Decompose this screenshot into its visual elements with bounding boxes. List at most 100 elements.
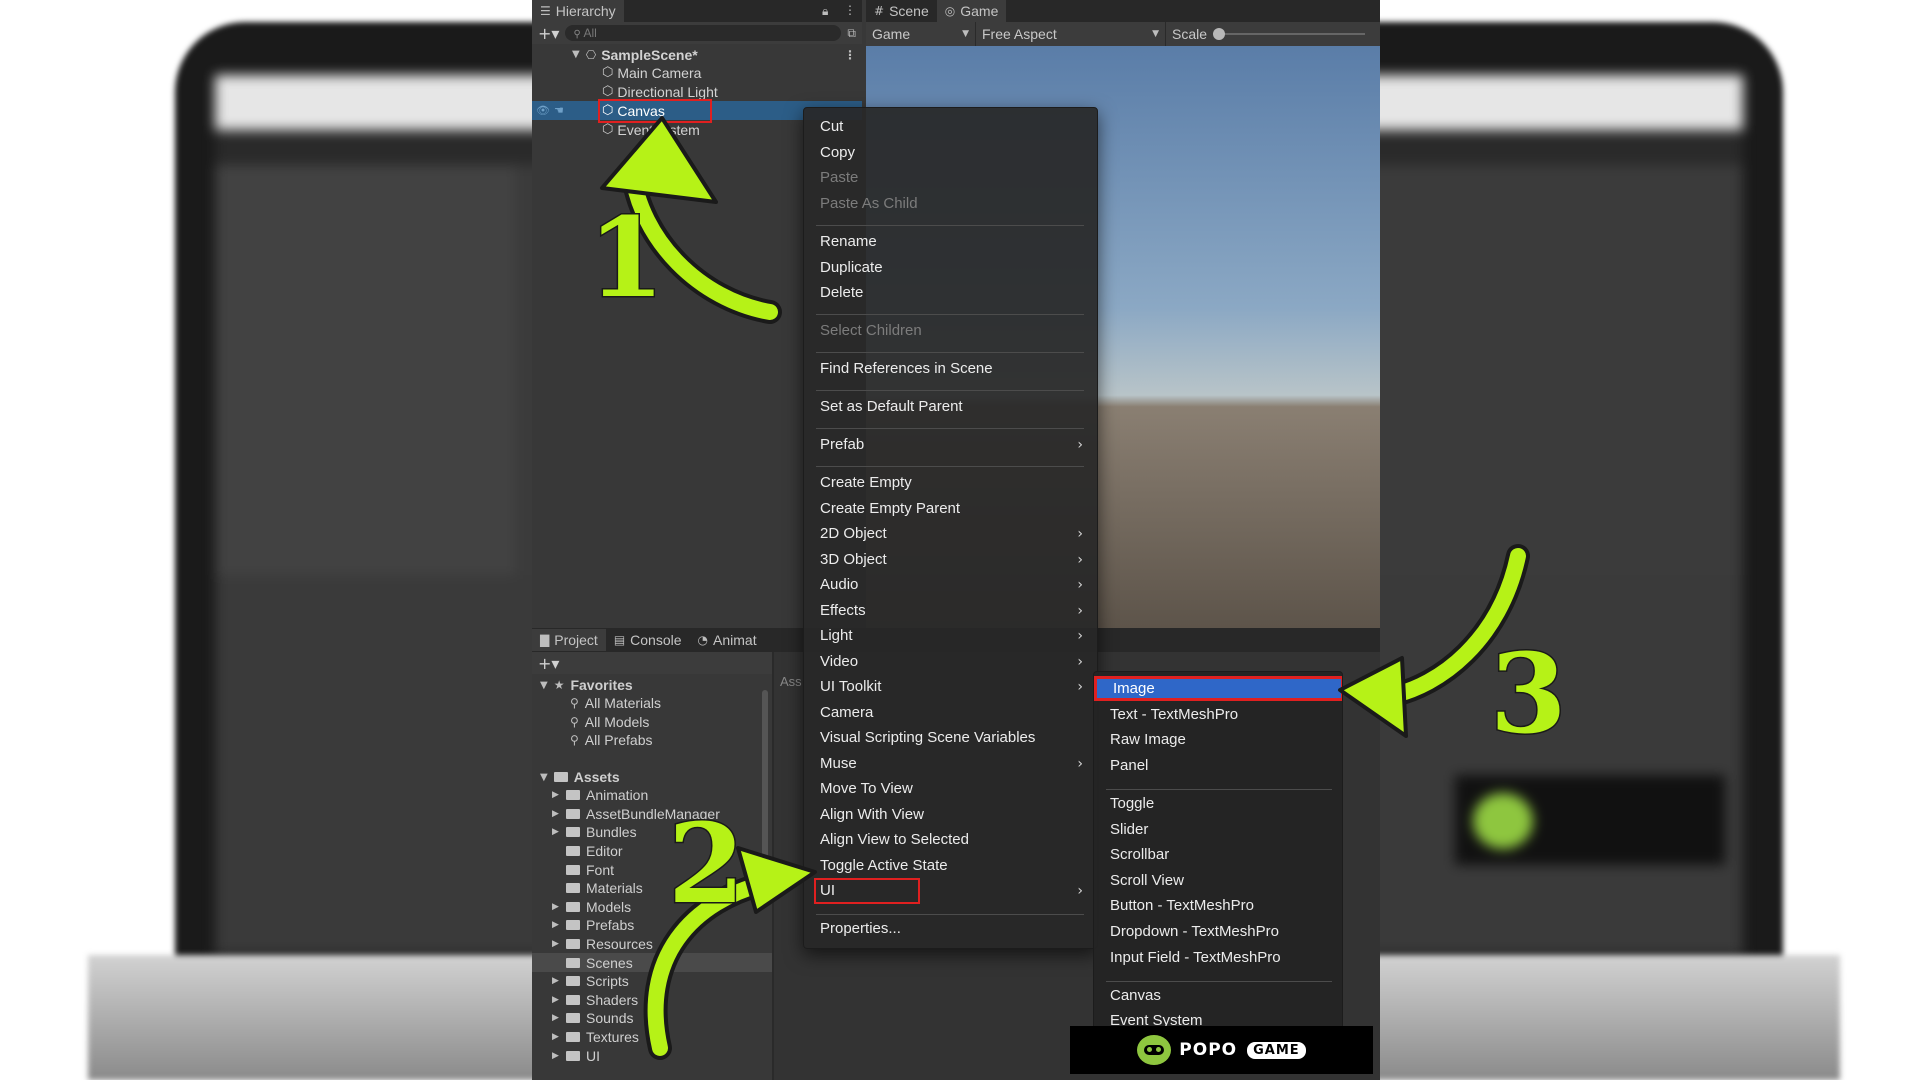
asset-folder-row[interactable]: ▶ AssetBundleManager: [532, 805, 772, 824]
asset-folder-row[interactable]: ▶ Resources: [532, 935, 772, 954]
folder-icon: [566, 808, 580, 819]
context-menu-item[interactable]: Find References in Scene: [804, 356, 1099, 381]
favorites-item[interactable]: ⚲ All Materials: [532, 694, 772, 713]
asset-folder-row[interactable]: ▶ Models: [532, 898, 772, 917]
asset-folder-row[interactable]: ▶ Prefabs: [532, 916, 772, 935]
context-menu-item[interactable]: Video ›: [804, 649, 1099, 674]
ui-submenu-item[interactable]: Panel: [1094, 753, 1342, 778]
ui-submenu-item[interactable]: Toggle: [1094, 791, 1342, 816]
collapse-arrow-icon[interactable]: ▶: [552, 995, 564, 1005]
ui-submenu-item[interactable]: Scroll View: [1094, 868, 1342, 893]
asset-folder-label: Font: [586, 861, 615, 878]
context-menu-item[interactable]: Cut: [804, 114, 1099, 139]
tab-console[interactable]: ▤ Console: [606, 629, 690, 651]
create-plus-icon[interactable]: +▾: [538, 24, 559, 43]
asset-folder-row[interactable]: ▶ Animation: [532, 786, 772, 805]
collapse-arrow-icon[interactable]: ▶: [552, 902, 564, 912]
folder-icon: [566, 1050, 580, 1061]
create-plus-icon[interactable]: +▾: [538, 654, 559, 673]
collapse-arrow-icon[interactable]: ▶: [552, 939, 564, 949]
context-menu-item[interactable]: 2D Object ›: [804, 521, 1099, 546]
ui-submenu-item[interactable]: Slider: [1094, 817, 1342, 842]
context-menu-item[interactable]: UI Toolkit ›: [804, 674, 1099, 699]
tab-scene[interactable]: # Scene: [866, 0, 937, 22]
menu-separator: [1106, 981, 1332, 982]
ui-submenu-item[interactable]: Button - TextMeshPro: [1094, 893, 1342, 918]
assets-header[interactable]: ▼ Assets: [532, 768, 772, 787]
display-dropdown[interactable]: Game ▼: [866, 22, 976, 46]
scale-slider[interactable]: [1213, 28, 1366, 40]
context-menu-item[interactable]: Toggle Active State: [804, 853, 1099, 878]
favorites-item[interactable]: ⚲ All Models: [532, 713, 772, 732]
pickable-hand-icon[interactable]: ☚: [554, 104, 564, 117]
collapse-arrow-icon[interactable]: ▶: [552, 1013, 564, 1023]
ui-submenu-item[interactable]: Canvas: [1094, 983, 1342, 1008]
context-menu-item[interactable]: Delete: [804, 280, 1099, 305]
favorites-item[interactable]: ⚲ All Prefabs: [532, 731, 772, 750]
project-scrollbar[interactable]: [762, 690, 768, 860]
more-options-icon[interactable]: ⋮: [844, 3, 856, 17]
context-menu-item[interactable]: Copy: [804, 140, 1099, 165]
asset-folder-row[interactable]: Font: [532, 860, 772, 879]
collapse-arrow-icon[interactable]: ▶: [552, 1051, 564, 1061]
visibility-eye-icon[interactable]: 👁︎: [536, 104, 550, 117]
menu-separator: [816, 314, 1084, 315]
collapse-arrow-icon[interactable]: ▶: [552, 1032, 564, 1042]
favorites-header[interactable]: ▼ ★ Favorites: [532, 676, 772, 695]
context-menu-item[interactable]: Camera: [804, 700, 1099, 725]
hierarchy-item[interactable]: ⬡ Main Camera: [532, 63, 862, 82]
collapse-arrow-icon[interactable]: ▶: [552, 809, 564, 819]
scene-row[interactable]: ▼ ⎔ SampleScene* ⋮: [532, 45, 862, 64]
expand-arrow-icon[interactable]: ▼: [540, 772, 548, 783]
tab-project[interactable]: ▇ Project: [532, 629, 606, 651]
aspect-dropdown[interactable]: Free Aspect ▼: [976, 22, 1166, 46]
asset-folder-row[interactable]: Editor: [532, 842, 772, 861]
context-menu-item-label: Delete: [820, 284, 864, 301]
context-menu-item[interactable]: Visual Scripting Scene Variables: [804, 725, 1099, 750]
hierarchy-tabbar: ☰ Hierarchy 🔒︎ ⋮: [532, 0, 862, 22]
scale-slider-handle[interactable]: [1213, 28, 1226, 40]
asset-folder-row[interactable]: ▶ Shaders: [532, 991, 772, 1010]
lock-icon[interactable]: 🔒︎: [822, 4, 828, 19]
ui-submenu-item[interactable]: Image: [1094, 676, 1342, 701]
collapse-arrow-icon[interactable]: ▶: [552, 790, 564, 800]
asset-folder-row[interactable]: ▶ Sounds: [532, 1009, 772, 1028]
context-menu-item[interactable]: Prefab ›: [804, 432, 1099, 457]
context-menu-item[interactable]: Light ›: [804, 623, 1099, 648]
context-menu-item[interactable]: Effects ›: [804, 598, 1099, 623]
context-menu-item[interactable]: Create Empty Parent: [804, 496, 1099, 521]
collapse-arrow-icon[interactable]: ▶: [552, 827, 564, 837]
hierarchy-search-input[interactable]: ⚲ All: [565, 25, 842, 41]
scene-menu-icon[interactable]: ⋮: [844, 48, 856, 62]
context-menu-item[interactable]: Align View to Selected: [804, 827, 1099, 852]
asset-folder-row[interactable]: Scenes: [532, 953, 772, 972]
ui-submenu-item[interactable]: Scrollbar: [1094, 842, 1342, 867]
context-menu-item[interactable]: Move To View: [804, 776, 1099, 801]
expand-arrow-icon[interactable]: ▼: [572, 49, 580, 60]
tab-game[interactable]: ◎ Game: [936, 0, 1007, 22]
context-menu-item[interactable]: Properties...: [804, 916, 1099, 941]
asset-folder-row[interactable]: ▶ UI: [532, 1046, 772, 1065]
asset-folder-row[interactable]: ▶ Scripts: [532, 972, 772, 991]
collapse-arrow-icon[interactable]: ▶: [552, 976, 564, 986]
context-menu-item[interactable]: Duplicate: [804, 255, 1099, 280]
context-menu-item[interactable]: Set as Default Parent: [804, 394, 1099, 419]
ui-submenu-item[interactable]: Dropdown - TextMeshPro: [1094, 919, 1342, 944]
asset-folder-row[interactable]: Materials: [532, 879, 772, 898]
ui-submenu-item[interactable]: Text - TextMeshPro: [1094, 702, 1342, 727]
context-menu-item[interactable]: Create Empty: [804, 470, 1099, 495]
tab-animation[interactable]: ◔ Animat: [690, 629, 765, 651]
asset-folder-row[interactable]: ▶ Bundles: [532, 823, 772, 842]
asset-folder-row[interactable]: ▶ Textures: [532, 1028, 772, 1047]
context-menu-item[interactable]: 3D Object ›: [804, 547, 1099, 572]
collapse-arrow-icon[interactable]: ▶: [552, 920, 564, 930]
context-menu-item[interactable]: Align With View: [804, 802, 1099, 827]
context-menu-item[interactable]: Muse ›: [804, 751, 1099, 776]
context-menu-item[interactable]: Rename: [804, 229, 1099, 254]
scene-visibility-icon[interactable]: ⧉: [847, 26, 856, 41]
ui-submenu-item[interactable]: Raw Image: [1094, 727, 1342, 752]
expand-arrow-icon[interactable]: ▼: [540, 680, 548, 691]
tab-hierarchy[interactable]: ☰ Hierarchy: [532, 0, 624, 22]
ui-submenu-item[interactable]: Input Field - TextMeshPro: [1094, 945, 1342, 970]
context-menu-item[interactable]: Audio ›: [804, 572, 1099, 597]
